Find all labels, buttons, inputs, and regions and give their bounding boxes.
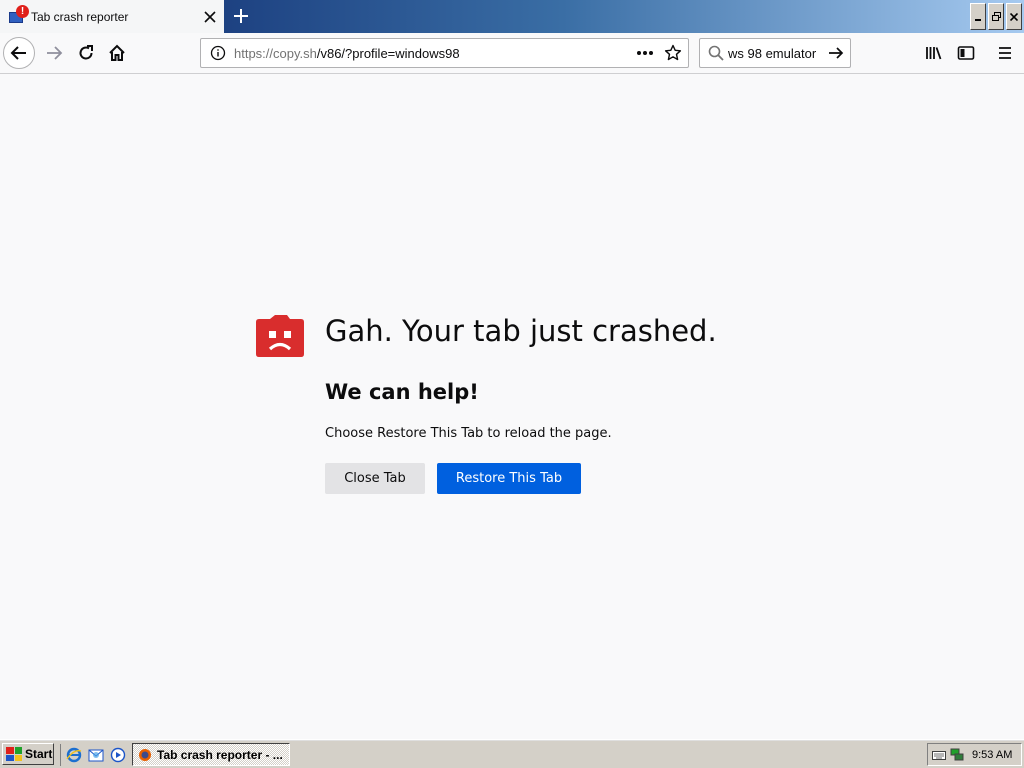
help-heading: We can help! — [325, 380, 479, 404]
start-label: Start — [25, 747, 53, 761]
url-bar[interactable]: https://copy.sh/v86/?profile=windows98 — [200, 38, 689, 68]
tab-close-icon[interactable] — [200, 7, 220, 27]
forward-button[interactable] — [38, 37, 70, 69]
bookmark-star-icon[interactable] — [664, 44, 682, 62]
url-text[interactable]: https://copy.sh/v86/?profile=windows98 — [234, 46, 636, 61]
new-tab-button[interactable] — [228, 4, 254, 28]
network-icon[interactable] — [950, 748, 964, 762]
firefox-icon — [139, 748, 151, 761]
minimize-button[interactable] — [970, 3, 986, 30]
arrow-left-icon — [10, 46, 26, 60]
sad-folder-icon — [254, 314, 306, 358]
search-input[interactable]: ws 98 emulator — [728, 46, 828, 61]
clock[interactable]: 9:53 AM — [972, 749, 1012, 761]
start-button[interactable]: Start — [2, 743, 54, 765]
info-icon[interactable] — [210, 45, 226, 61]
window-close-button[interactable] — [1006, 3, 1022, 30]
library-button[interactable] — [918, 37, 950, 69]
windows-logo-icon — [6, 747, 22, 761]
outlook-express-icon[interactable] — [87, 746, 105, 764]
search-icon — [708, 45, 724, 61]
tab-favicon-icon: ! — [9, 4, 29, 25]
restore-button[interactable] — [988, 3, 1004, 30]
title-bar: ! Tab crash reporter — [0, 0, 1024, 33]
plus-icon — [234, 9, 248, 23]
quick-launch — [60, 744, 127, 766]
back-button[interactable] — [3, 37, 35, 69]
media-player-icon[interactable] — [109, 746, 127, 764]
internet-explorer-icon[interactable] — [65, 746, 83, 764]
search-go-icon[interactable] — [828, 45, 844, 61]
reload-icon — [79, 45, 93, 60]
crash-title: Gah. Your tab just crashed. — [325, 314, 717, 348]
arrow-right-icon — [47, 46, 63, 60]
taskbar-window-label: Tab crash reporter - ... — [157, 747, 283, 762]
url-path: /v86/?profile=windows98 — [316, 45, 460, 61]
library-icon — [926, 47, 942, 60]
url-host: https://copy.sh — [234, 45, 317, 61]
taskbar-window-button[interactable]: Tab crash reporter - ... — [132, 743, 290, 766]
window-controls — [970, 3, 1022, 30]
navigation-toolbar: https://copy.sh/v86/?profile=windows98 w… — [0, 33, 1024, 74]
taskbar: Start Tab crash reporter - ... 9:53 AM — [0, 739, 1024, 768]
close-tab-button[interactable]: Close Tab — [325, 463, 425, 494]
sidebar-icon — [957, 46, 975, 60]
tab-title: Tab crash reporter — [31, 9, 129, 24]
active-tab[interactable]: ! Tab crash reporter — [0, 0, 224, 33]
home-icon — [109, 44, 125, 61]
help-text: Choose Restore This Tab to reload the pa… — [325, 426, 612, 441]
search-bar[interactable]: ws 98 emulator — [699, 38, 851, 68]
keyboard-icon[interactable] — [932, 749, 946, 761]
hamburger-menu-icon — [999, 47, 1011, 59]
sidebar-button[interactable] — [950, 37, 982, 69]
reload-button[interactable] — [70, 37, 102, 69]
page-actions-icon[interactable] — [636, 50, 654, 56]
restore-tab-button[interactable]: Restore This Tab — [437, 463, 581, 494]
system-tray: 9:53 AM — [927, 743, 1022, 766]
home-button[interactable] — [101, 37, 133, 69]
menu-button[interactable] — [989, 37, 1021, 69]
